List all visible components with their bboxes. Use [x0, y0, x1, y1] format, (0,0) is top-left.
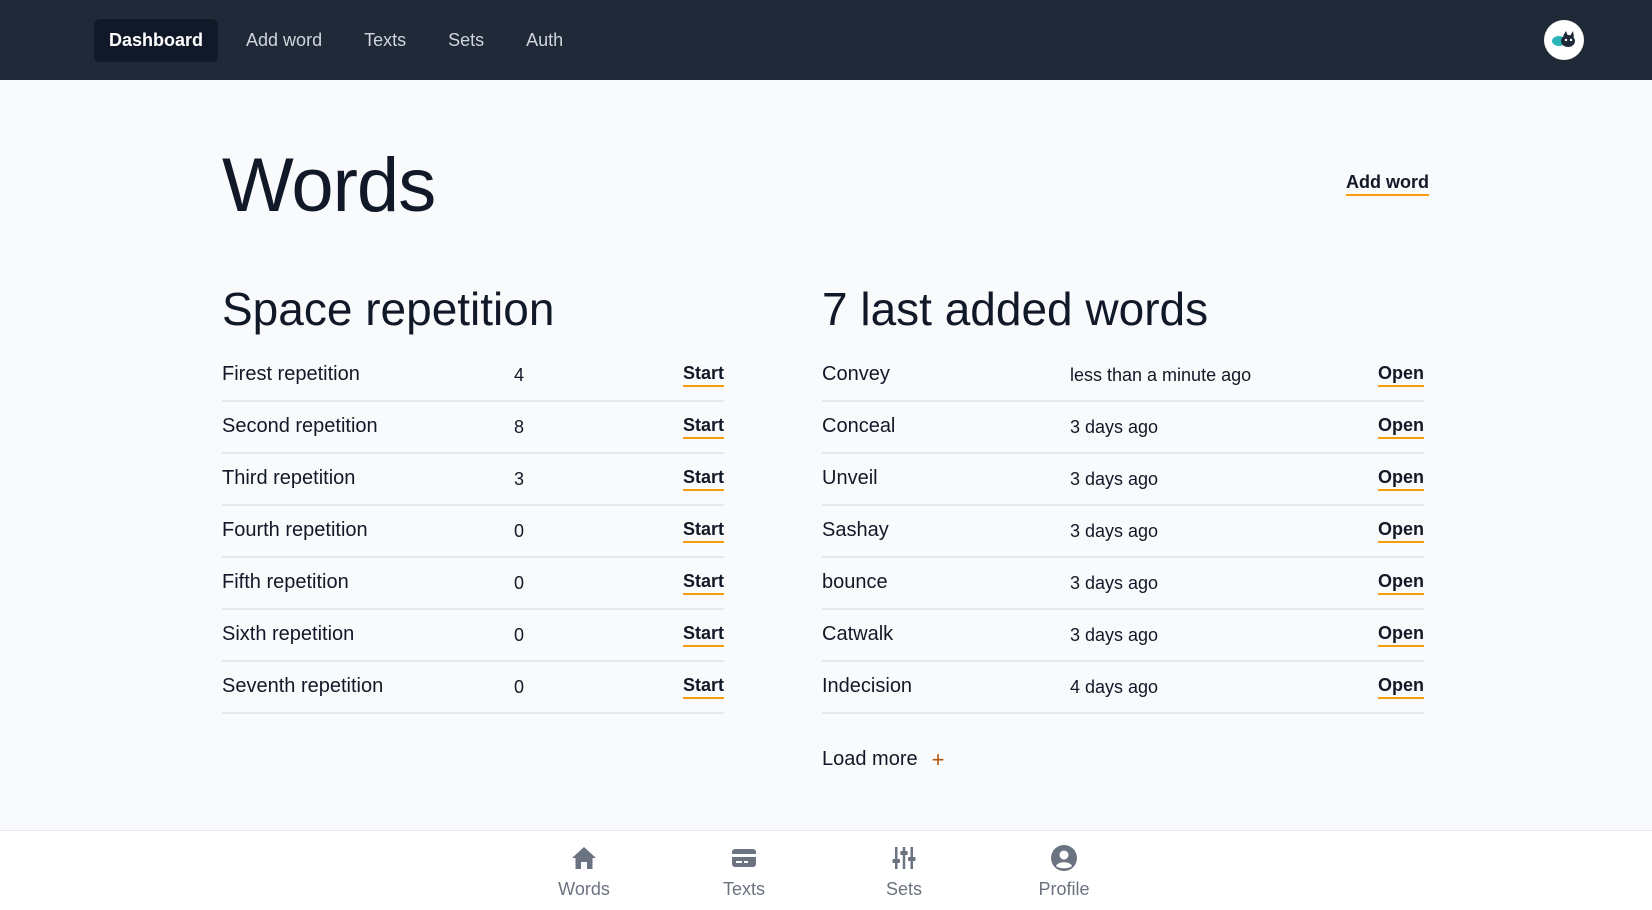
word-text: Convey	[822, 363, 890, 385]
bottom-nav-sets[interactable]: Sets	[844, 843, 964, 900]
cat-avatar-icon	[1552, 31, 1575, 47]
bottom-nav-label: Sets	[885, 879, 923, 899]
start-button[interactable]: Start	[682, 415, 724, 439]
bottom-navbar: Words Texts Sets Profile	[0, 830, 1652, 910]
table-row: Second repetition 8 Start	[222, 402, 724, 454]
sliders-icon	[892, 847, 916, 869]
table-row: Fourth repetition 0 Start	[222, 506, 724, 558]
added-time: less than a minute ago	[1070, 365, 1252, 385]
table-row: Sixth repetition 0 Start	[222, 610, 724, 662]
nav-item-auth[interactable]: Auth	[512, 19, 577, 62]
start-button[interactable]: Start	[682, 623, 724, 647]
table-row: Fifth repetition 0 Start	[222, 558, 724, 610]
word-text: Catwalk	[822, 623, 894, 645]
page-title: Words	[222, 143, 436, 228]
repetition-count: 3	[514, 469, 525, 489]
bottom-nav-label: Words	[558, 879, 610, 899]
plus-icon: +	[931, 746, 945, 772]
repetition-name: Firest repetition	[222, 363, 360, 385]
repetition-count: 0	[514, 677, 525, 697]
open-button[interactable]: Open	[1377, 571, 1424, 595]
table-row: Catwalk 3 days ago Open	[822, 610, 1424, 662]
table-row: Third repetition 3 Start	[222, 454, 724, 506]
last-words-heading: 7 last added words	[822, 283, 1209, 335]
nav-item-add-word[interactable]: Add word	[232, 19, 336, 62]
repetition-count: 0	[514, 521, 525, 541]
added-time: 3 days ago	[1070, 625, 1159, 645]
start-button[interactable]: Start	[682, 675, 724, 699]
bottom-nav-words[interactable]: Words	[524, 843, 644, 900]
table-row: Indecision 4 days ago Open	[822, 662, 1424, 714]
open-button[interactable]: Open	[1377, 675, 1424, 699]
repetition-name: Seventh repetition	[222, 675, 384, 697]
top-navbar: Dashboard Add word Texts Sets Auth	[0, 0, 1652, 80]
word-text: bounce	[822, 571, 888, 593]
open-button[interactable]: Open	[1377, 519, 1424, 543]
table-row: Conceal 3 days ago Open	[822, 402, 1424, 454]
load-more-label: Load more	[822, 748, 918, 770]
start-button[interactable]: Start	[682, 571, 724, 595]
word-text: Indecision	[822, 675, 913, 697]
table-row: Seventh repetition 0 Start	[222, 662, 724, 714]
added-time: 3 days ago	[1070, 573, 1159, 593]
open-button[interactable]: Open	[1377, 467, 1424, 491]
bottom-nav-profile[interactable]: Profile	[1004, 843, 1124, 900]
nav-item-sets[interactable]: Sets	[434, 19, 498, 62]
repetition-count: 0	[514, 625, 525, 645]
repetition-name: Third repetition	[222, 467, 356, 489]
added-time: 3 days ago	[1070, 417, 1159, 437]
table-row: Convey less than a minute ago Open	[822, 350, 1424, 402]
repetition-count: 4	[514, 365, 525, 385]
start-button[interactable]: Start	[682, 467, 724, 491]
bottom-nav-label: Profile	[1038, 879, 1090, 899]
table-row: bounce 3 days ago Open	[822, 558, 1424, 610]
bottom-nav-texts[interactable]: Texts	[684, 843, 804, 900]
repetition-name: Fourth repetition	[222, 519, 368, 541]
last-words-table: Convey less than a minute ago Open Conce…	[822, 350, 1424, 714]
word-text: Sashay	[822, 519, 889, 541]
table-row: Sashay 3 days ago Open	[822, 506, 1424, 558]
nav-item-dashboard[interactable]: Dashboard	[94, 18, 219, 62]
user-avatar-button[interactable]	[1544, 20, 1584, 60]
word-text: Unveil	[822, 467, 878, 489]
card-icon	[732, 849, 756, 867]
added-time: 3 days ago	[1070, 469, 1159, 489]
repetition-count: 8	[514, 417, 525, 437]
home-icon	[572, 847, 596, 869]
open-button[interactable]: Open	[1377, 623, 1424, 647]
repetition-name: Sixth repetition	[222, 623, 355, 645]
space-repetition-heading: Space repetition	[222, 283, 555, 335]
repetition-name: Second repetition	[222, 415, 378, 437]
open-button[interactable]: Open	[1377, 363, 1424, 387]
table-row: Firest repetition 4 Start	[222, 350, 724, 402]
table-row: Unveil 3 days ago Open	[822, 454, 1424, 506]
repetition-table: Firest repetition 4 Start Second repetit…	[222, 350, 724, 714]
added-time: 4 days ago	[1070, 677, 1159, 697]
nav-links: Dashboard Add word Texts Sets Auth	[94, 18, 577, 62]
repetition-name: Fifth repetition	[222, 571, 349, 593]
nav-item-texts[interactable]: Texts	[350, 19, 420, 62]
added-time: 3 days ago	[1070, 521, 1159, 541]
word-text: Conceal	[822, 415, 896, 437]
open-button[interactable]: Open	[1377, 415, 1424, 439]
start-button[interactable]: Start	[682, 519, 724, 543]
start-button[interactable]: Start	[682, 363, 724, 387]
user-circle-icon	[1051, 845, 1077, 871]
add-word-link[interactable]: Add word	[1346, 172, 1429, 196]
repetition-count: 0	[514, 573, 525, 593]
bottom-nav-label: Texts	[722, 879, 765, 899]
load-more-button[interactable]: Load more +	[822, 748, 944, 771]
